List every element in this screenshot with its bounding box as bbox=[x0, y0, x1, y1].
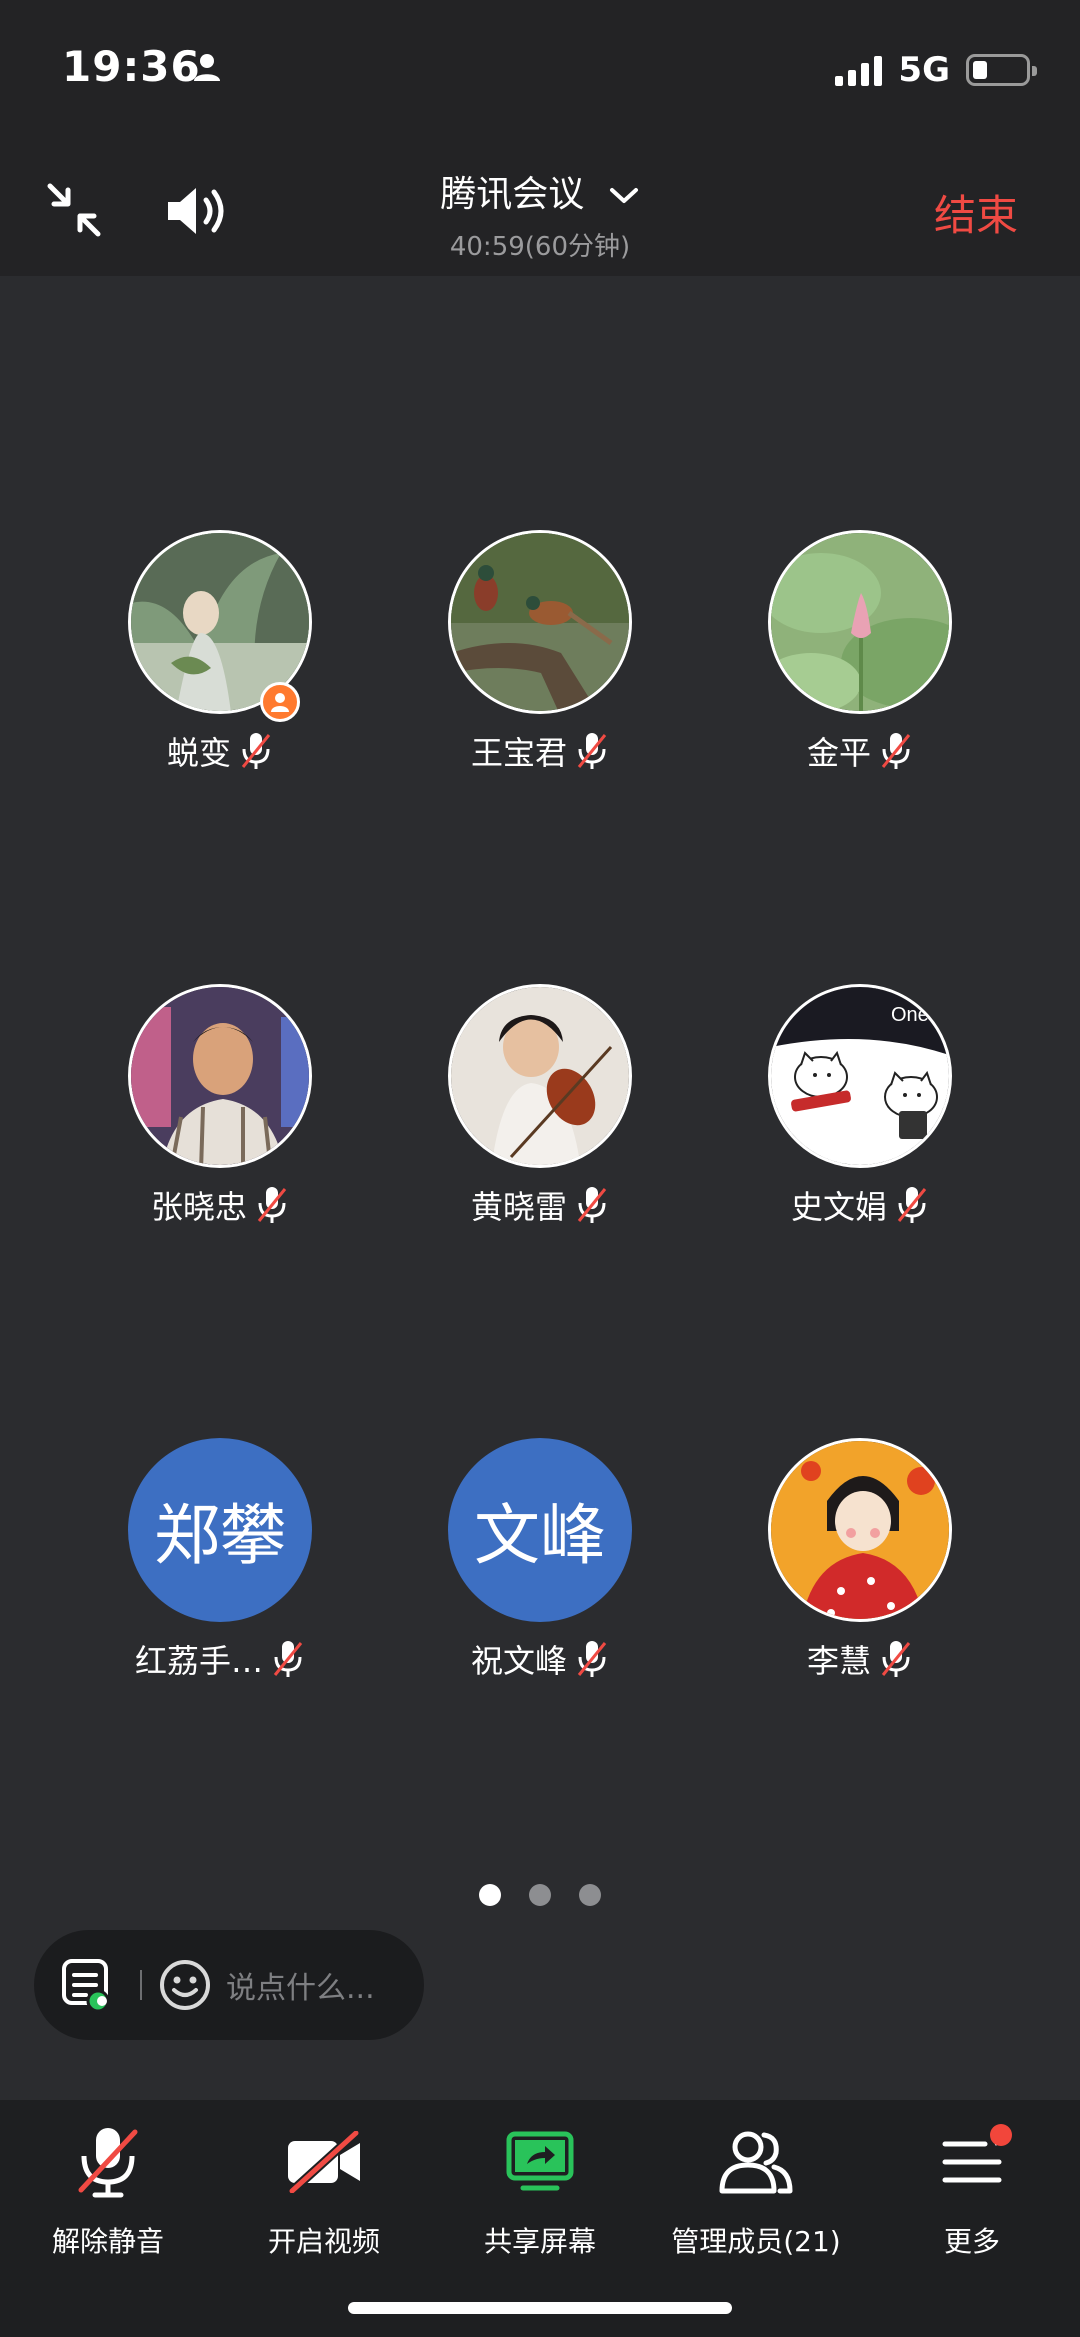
chat-list-icon[interactable] bbox=[60, 1957, 116, 2013]
participant-tile[interactable]: 金平 bbox=[700, 530, 1020, 774]
network-type: 5G bbox=[898, 50, 950, 90]
battery-icon bbox=[966, 54, 1037, 86]
participant-name: 红荔手… bbox=[134, 1642, 263, 1680]
chat-placeholder[interactable]: 说点什么... bbox=[226, 1963, 375, 2007]
avatar: One bbox=[768, 984, 952, 1168]
participant-tile[interactable]: 李慧 bbox=[700, 1438, 1020, 1682]
illustration-girl-red-dress bbox=[771, 1441, 949, 1619]
start-video-label: 开启视频 bbox=[267, 2225, 380, 2258]
mic-muted-icon bbox=[577, 1187, 607, 1223]
participant-name: 金平 bbox=[806, 734, 871, 772]
status-indicators: 5G bbox=[835, 50, 1037, 90]
participant-name: 黄晓雷 bbox=[470, 1188, 567, 1226]
more-label: 更多 bbox=[943, 2225, 1000, 2258]
host-badge-icon bbox=[260, 682, 300, 722]
page-dot-3[interactable] bbox=[579, 1884, 601, 1906]
participant-name: 李慧 bbox=[806, 1642, 871, 1680]
home-indicator[interactable] bbox=[348, 2302, 732, 2314]
avatar bbox=[448, 984, 632, 1168]
end-meeting-button[interactable]: 结束 bbox=[934, 182, 1018, 243]
page-dot-2[interactable] bbox=[529, 1884, 551, 1906]
unmute-button[interactable]: 解除静音 bbox=[0, 2122, 216, 2260]
photo-girl-with-violin bbox=[451, 987, 629, 1165]
participant-tile[interactable]: One 史文娟 bbox=[700, 984, 1020, 1228]
status-time: 19:36 bbox=[62, 42, 201, 91]
cartoon-cats: One bbox=[771, 987, 949, 1165]
mic-muted-icon bbox=[577, 733, 607, 769]
participant-name: 蜕变 bbox=[166, 734, 231, 772]
mic-muted-icon bbox=[273, 1641, 303, 1677]
top-bar: 19:36 5G 腾讯会议 40:59(60分钟) 结束 bbox=[0, 0, 1080, 276]
participant-name: 祝文峰 bbox=[470, 1642, 567, 1680]
mic-muted-icon bbox=[881, 733, 911, 769]
avatar bbox=[448, 530, 632, 714]
participant-tile[interactable]: 蜕变 bbox=[60, 530, 380, 774]
more-button[interactable]: 更多 bbox=[864, 2122, 1080, 2260]
video-off-icon bbox=[288, 2131, 360, 2193]
participant-tile[interactable]: 文峰 祝文峰 bbox=[380, 1438, 700, 1682]
photo-pheasants-on-branch bbox=[451, 533, 629, 711]
mic-muted-icon bbox=[577, 1641, 607, 1677]
avatar bbox=[128, 984, 312, 1168]
participant-name: 王宝君 bbox=[470, 734, 567, 772]
unmute-label: 解除静音 bbox=[51, 2225, 164, 2258]
person-icon bbox=[194, 54, 220, 81]
emoji-icon[interactable] bbox=[158, 1958, 212, 2012]
participant-tile[interactable]: 张晓忠 bbox=[60, 984, 380, 1228]
mic-muted-icon bbox=[897, 1187, 927, 1223]
divider bbox=[140, 1970, 142, 2000]
chat-input-bar[interactable]: 说点什么... bbox=[34, 1930, 424, 2040]
mic-muted-icon bbox=[881, 1641, 911, 1677]
chevron-down-icon bbox=[609, 188, 638, 203]
text-avatar: 郑攀 bbox=[128, 1438, 312, 1622]
manage-members-button[interactable]: 管理成员(21) bbox=[648, 2122, 864, 2260]
participant-tile[interactable]: 郑攀 红荔手… bbox=[60, 1438, 380, 1682]
page-indicator[interactable] bbox=[0, 1884, 1080, 1906]
share-screen-label: 共享屏幕 bbox=[483, 2225, 596, 2258]
participant-name: 张晓忠 bbox=[150, 1188, 247, 1226]
avatar bbox=[768, 1438, 952, 1622]
mic-muted-icon bbox=[78, 2128, 138, 2198]
members-icon bbox=[719, 2131, 793, 2194]
manage-members-label: 管理成员(21) bbox=[671, 2225, 841, 2258]
signal-icon bbox=[835, 54, 883, 86]
meeting-title-text: 腾讯会议 bbox=[440, 174, 585, 215]
share-screen-button[interactable]: 共享屏幕 bbox=[432, 2122, 648, 2260]
start-video-button[interactable]: 开启视频 bbox=[216, 2122, 432, 2260]
photo-man-portrait bbox=[131, 987, 309, 1165]
participant-tile[interactable]: 王宝君 bbox=[380, 530, 700, 774]
cat-image-text: One bbox=[891, 1004, 929, 1026]
text-avatar: 文峰 bbox=[448, 1438, 632, 1622]
avatar bbox=[768, 530, 952, 714]
notification-dot bbox=[990, 2124, 1012, 2146]
meeting-timer: 40:59(60分钟) bbox=[449, 232, 631, 262]
share-screen-icon bbox=[506, 2131, 574, 2191]
participant-name: 史文娟 bbox=[790, 1188, 887, 1226]
page-dot-1[interactable] bbox=[479, 1884, 501, 1906]
photo-lotus-bud bbox=[771, 533, 949, 711]
participant-tile[interactable]: 黄晓雷 bbox=[380, 984, 700, 1228]
mic-muted-icon bbox=[257, 1187, 287, 1223]
mic-muted-icon bbox=[241, 733, 271, 769]
meeting-title[interactable]: 腾讯会议 bbox=[0, 165, 1080, 217]
